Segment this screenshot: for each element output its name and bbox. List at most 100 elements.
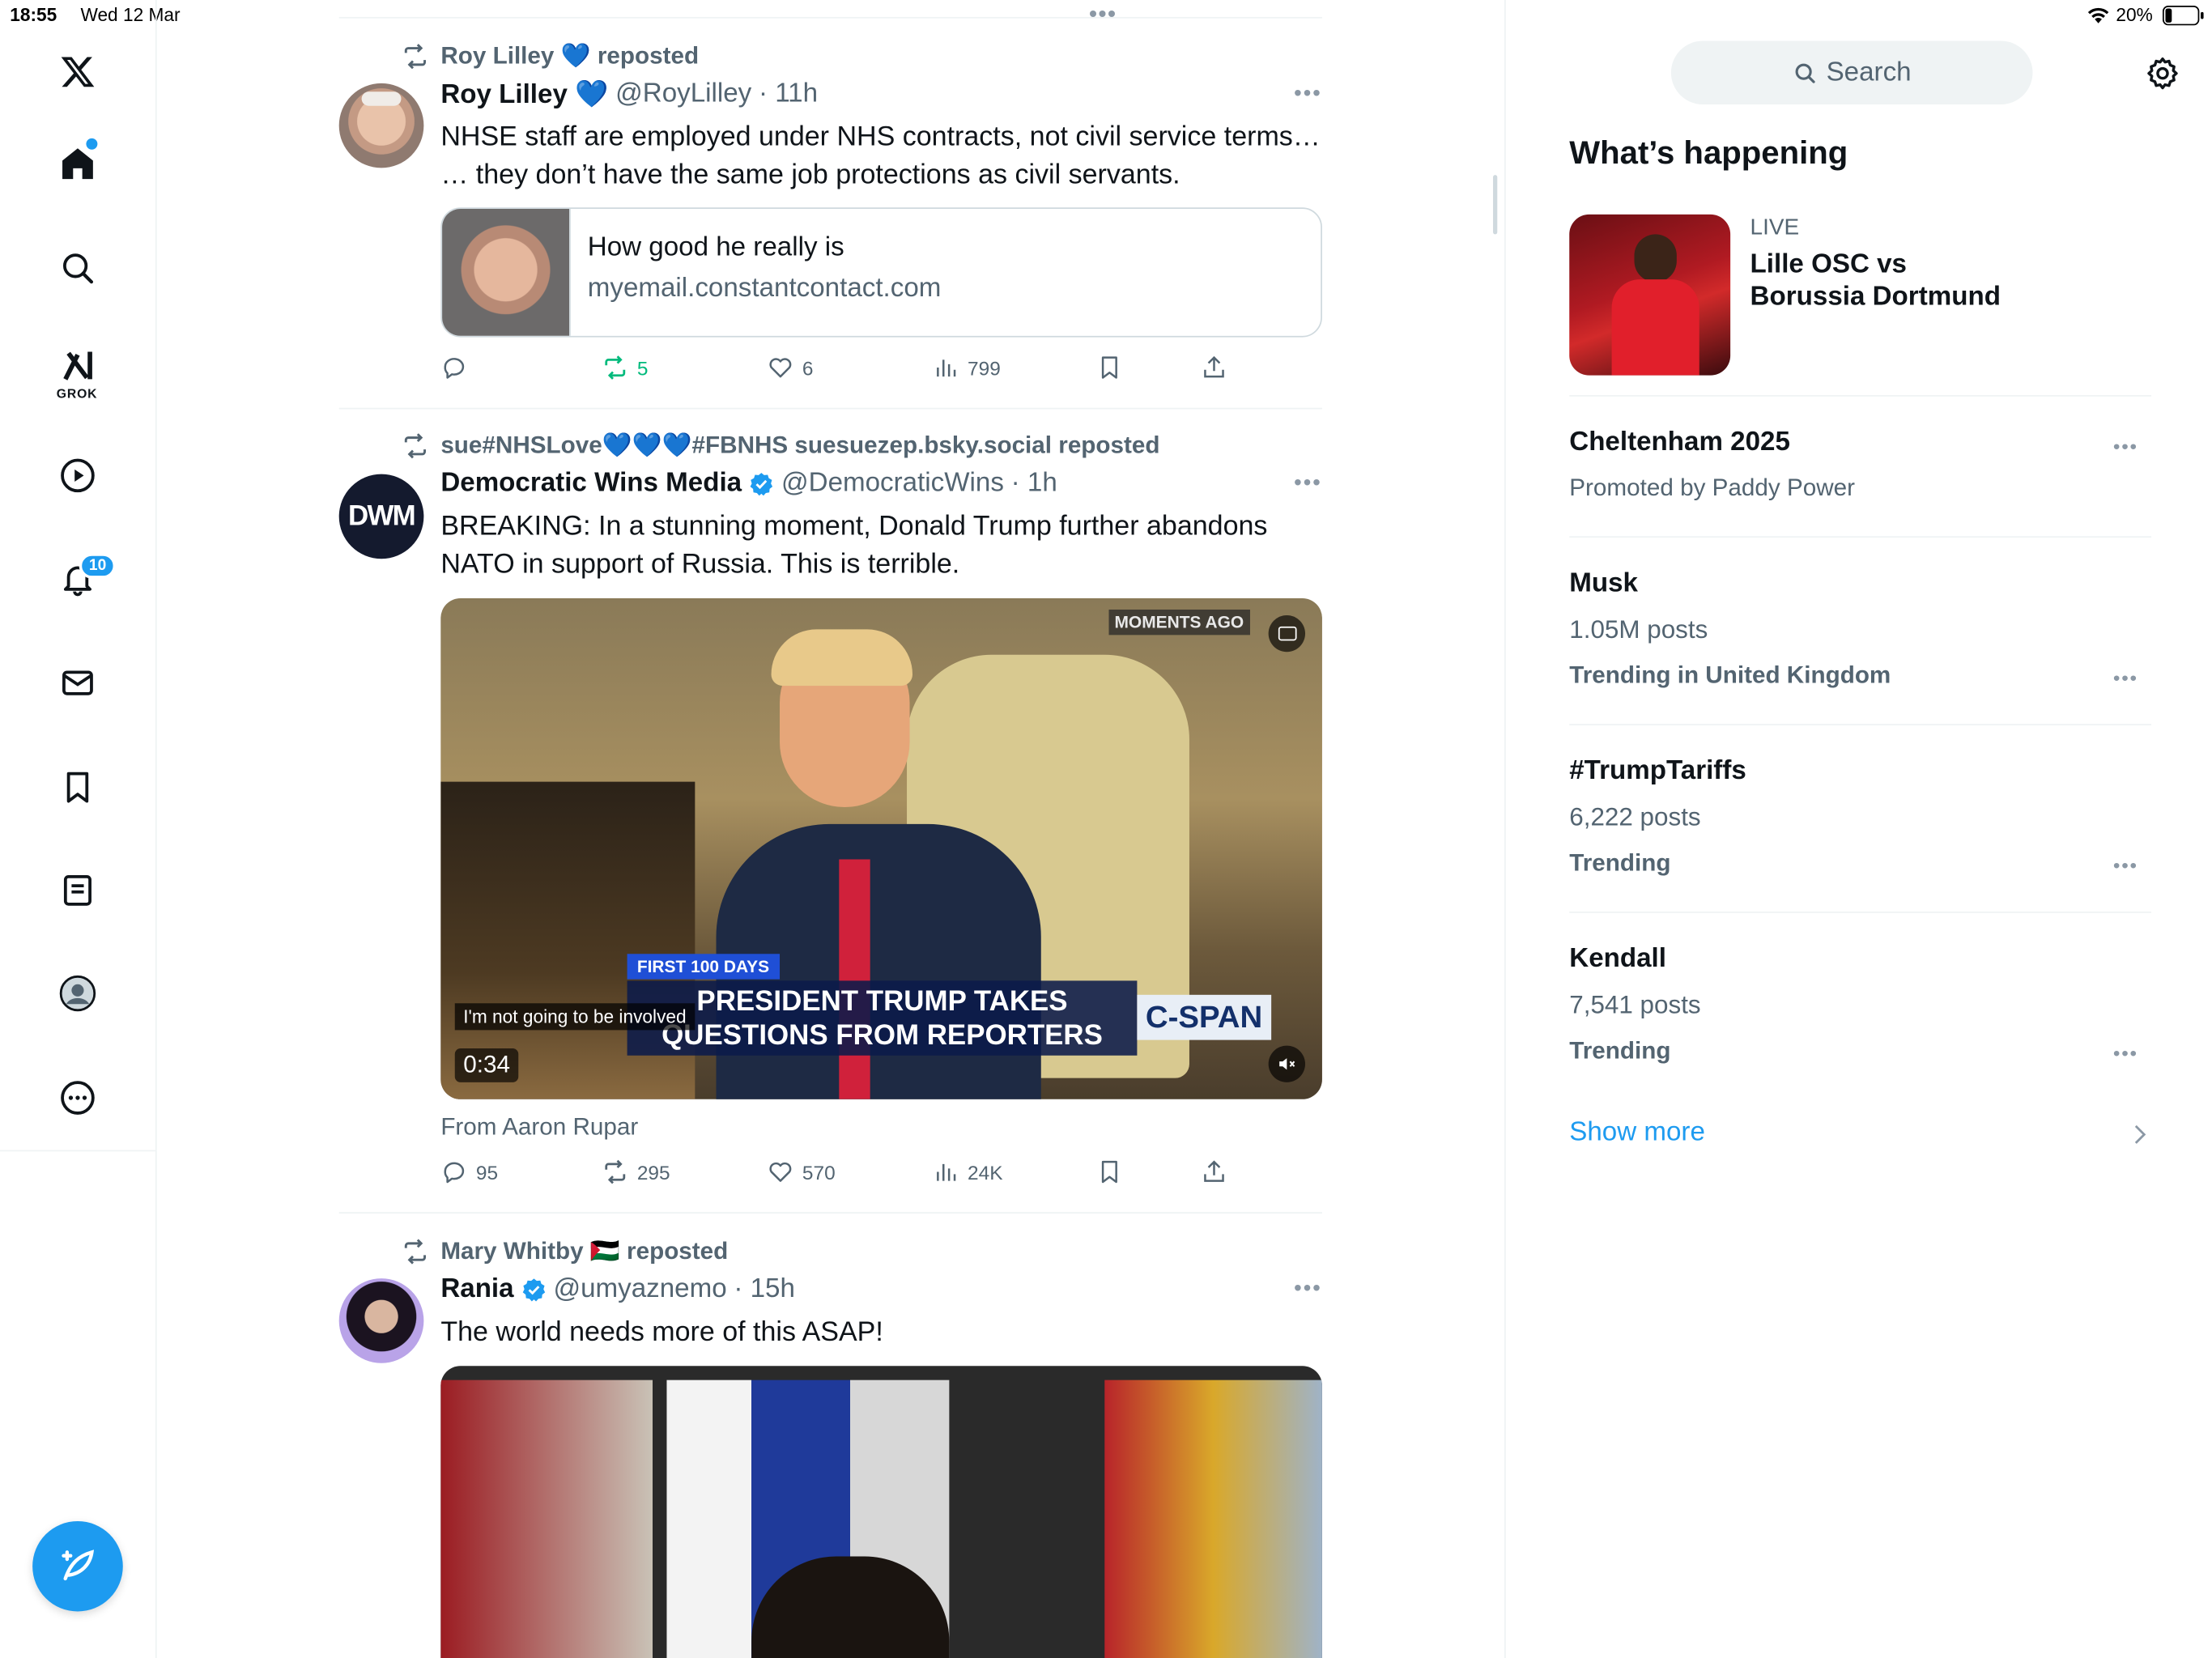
grok-label: GROK bbox=[56, 386, 98, 402]
post1-more-button[interactable]: ••• bbox=[1294, 82, 1322, 107]
repost-icon bbox=[404, 433, 426, 459]
trend-post-count: 1.05M posts bbox=[1569, 614, 1708, 644]
grok-icon[interactable] bbox=[55, 344, 100, 386]
mute-icon[interactable] bbox=[1268, 1045, 1306, 1082]
post2-from-line[interactable]: From Aaron Rupar bbox=[440, 1113, 638, 1141]
post1-link-card[interactable]: How good he really is myemail.constantco… bbox=[440, 207, 1322, 338]
chevron-right-icon[interactable] bbox=[2133, 1123, 2146, 1153]
home-icon[interactable] bbox=[55, 138, 100, 186]
post2-avatar[interactable]: DWM bbox=[338, 474, 424, 559]
bookmarks-icon[interactable] bbox=[55, 765, 100, 810]
lists-icon[interactable] bbox=[55, 868, 100, 913]
post2-repost-line: sue#NHSLove💙💙💙#FBNHS suesuezep.bsky.soci… bbox=[401, 432, 1160, 460]
x-logo-icon[interactable] bbox=[55, 49, 100, 95]
views-button[interactable]: 24K bbox=[932, 1158, 1003, 1185]
home-unread-dot bbox=[86, 138, 98, 150]
video-subject-tie bbox=[839, 859, 870, 1099]
post3-avatar[interactable] bbox=[338, 1278, 424, 1363]
bookmark-button[interactable] bbox=[1096, 1158, 1123, 1185]
media-flag-left bbox=[440, 1380, 653, 1658]
share-button[interactable] bbox=[1201, 354, 1227, 380]
post2-time[interactable]: · 1h bbox=[1011, 469, 1057, 500]
reply-button[interactable]: 95 bbox=[440, 1158, 498, 1185]
post2-more-button[interactable]: ••• bbox=[1294, 471, 1322, 496]
share-icon bbox=[1204, 355, 1224, 378]
post2-divider bbox=[338, 1212, 1322, 1214]
trend-more-button[interactable]: ••• bbox=[2113, 854, 2138, 877]
post1-divider bbox=[338, 407, 1322, 410]
post2-video-player[interactable]: MOMENTS AGO FIRST 100 DAYS PRESIDENT TRU… bbox=[440, 598, 1322, 1099]
post1-repost-line: Roy Lilley 💙 reposted bbox=[401, 42, 699, 70]
live-event-title-line1[interactable]: Lille OSC vs bbox=[1750, 250, 1907, 281]
post3-author-name[interactable]: Rania bbox=[440, 1274, 513, 1305]
live-event-title-line2[interactable]: Borussia Dortmund bbox=[1750, 283, 2001, 313]
show-more-link[interactable]: Show more bbox=[1569, 1117, 1705, 1148]
like-count: 570 bbox=[802, 1160, 836, 1184]
post3-handle[interactable]: @umyaznemo bbox=[553, 1274, 726, 1305]
post2-avatar-text: DWM bbox=[348, 500, 416, 532]
post2-author-name[interactable]: Democratic Wins Media bbox=[440, 469, 742, 500]
trend-title[interactable]: #TrumpTariffs bbox=[1569, 756, 1746, 787]
repost-icon bbox=[605, 355, 626, 380]
reply-count: 95 bbox=[475, 1160, 499, 1184]
trend-more-button[interactable]: ••• bbox=[2113, 435, 2138, 457]
share-button[interactable] bbox=[1201, 1158, 1227, 1185]
live-event-thumbnail[interactable] bbox=[1569, 214, 1731, 376]
repost-button[interactable]: 295 bbox=[602, 1158, 670, 1185]
post2-actions: 95 295 570 24K bbox=[440, 1158, 1231, 1189]
like-button[interactable]: 6 bbox=[767, 354, 814, 380]
post1-avatar[interactable] bbox=[338, 83, 424, 168]
settings-gear-icon[interactable] bbox=[2144, 55, 2180, 99]
closed-captions-icon[interactable] bbox=[1268, 614, 1306, 653]
trend-title[interactable]: Kendall bbox=[1569, 944, 1666, 975]
trend-more-button[interactable]: ••• bbox=[2113, 666, 2138, 689]
like-button[interactable]: 570 bbox=[767, 1158, 836, 1185]
post1-time[interactable]: · 11h bbox=[759, 79, 818, 110]
repost-button[interactable]: 5 bbox=[602, 354, 648, 380]
heart-icon bbox=[769, 1162, 792, 1182]
reply-button[interactable] bbox=[440, 354, 467, 380]
cspan-logo: C-SPAN bbox=[1137, 994, 1271, 1040]
bookmark-button[interactable] bbox=[1096, 354, 1123, 380]
trend-post-count: 7,541 posts bbox=[1569, 990, 1701, 1019]
trend-title[interactable]: Cheltenham 2025 bbox=[1569, 427, 1790, 458]
post3-repost-text[interactable]: Mary Whitby 🇵🇸 reposted bbox=[440, 1238, 728, 1266]
repost-icon bbox=[605, 1159, 626, 1184]
video-moments-ago-badge: MOMENTS AGO bbox=[1108, 609, 1250, 636]
trend-title[interactable]: Musk bbox=[1569, 568, 1638, 599]
views-button[interactable]: 799 bbox=[932, 354, 1001, 380]
drag-handle-dots[interactable]: ••• bbox=[1089, 2, 1117, 28]
post1-repost-text[interactable]: Roy Lilley 💙 reposted bbox=[440, 42, 699, 70]
post3-time[interactable]: · 15h bbox=[734, 1274, 795, 1305]
post2-handle[interactable]: @DemocraticWins bbox=[781, 469, 1004, 500]
repost-icon bbox=[404, 1239, 426, 1265]
trend-post-count: 6,222 posts bbox=[1569, 802, 1701, 831]
media-flag-right bbox=[1104, 1380, 1322, 1658]
bookmark-icon bbox=[1101, 1160, 1117, 1184]
video-play-icon[interactable] bbox=[55, 453, 100, 499]
explore-search-icon[interactable] bbox=[55, 245, 100, 291]
messages-envelope-icon[interactable] bbox=[55, 661, 100, 706]
post1-author-name[interactable]: Roy Lilley 💙 bbox=[440, 78, 608, 112]
post3-text: The world needs more of this ASAP! bbox=[440, 1316, 883, 1348]
video-headline-line1: PRESIDENT TRUMP TAKES bbox=[696, 986, 1068, 1018]
trend-divider bbox=[1569, 536, 2152, 538]
profile-avatar-icon[interactable] bbox=[55, 971, 100, 1016]
whats-happening-title: What’s happening bbox=[1569, 134, 1848, 171]
post2-repost-text[interactable]: sue#NHSLove💙💙💙#FBNHS suesuezep.bsky.soci… bbox=[440, 432, 1159, 460]
thumbnail-player-shirt bbox=[1611, 279, 1699, 376]
like-count: 6 bbox=[802, 356, 814, 379]
search-bar[interactable]: Search bbox=[1670, 40, 2033, 104]
reply-icon bbox=[444, 1162, 465, 1184]
post1-header: Roy Lilley 💙 @RoyLilley · 11h bbox=[440, 78, 818, 112]
compose-post-button[interactable] bbox=[32, 1520, 123, 1612]
more-options-icon[interactable] bbox=[55, 1075, 100, 1120]
search-icon bbox=[1795, 62, 1815, 83]
post3-more-button[interactable]: ••• bbox=[1294, 1277, 1322, 1302]
post3-header: Rania @umyaznemo · 15h bbox=[440, 1274, 795, 1305]
views-count: 799 bbox=[968, 356, 1001, 379]
trend-more-button[interactable]: ••• bbox=[2113, 1041, 2138, 1064]
feed-scrollbar[interactable] bbox=[1493, 175, 1498, 235]
post3-media[interactable] bbox=[440, 1366, 1322, 1658]
post1-handle[interactable]: @RoyLilley bbox=[615, 79, 751, 110]
